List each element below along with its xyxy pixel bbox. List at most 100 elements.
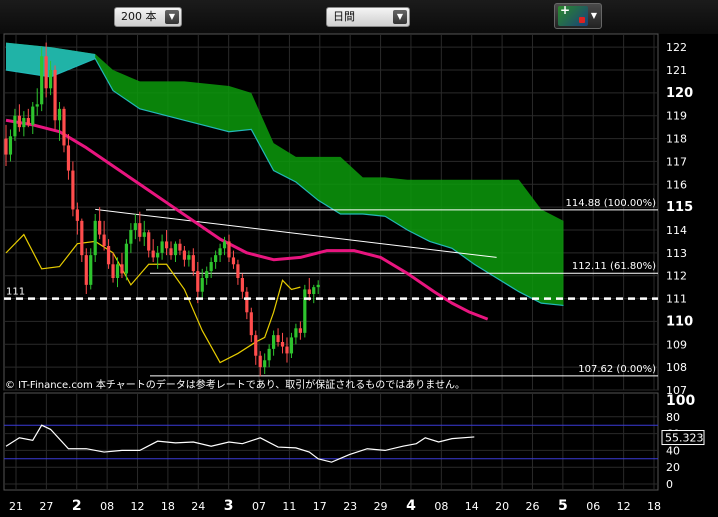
candle-body [57, 108, 62, 121]
candle-body [35, 104, 39, 107]
candle-body [298, 328, 302, 333]
y-tick-label: 122 [666, 41, 687, 54]
candle-body [160, 241, 164, 253]
candle-body [209, 262, 213, 272]
candle-body [316, 284, 320, 288]
candle-body [151, 250, 155, 258]
y-tick-label: 120 [666, 86, 693, 101]
candle-body [142, 232, 146, 237]
x-tick-label: 23 [343, 500, 357, 513]
candle-body [156, 252, 160, 258]
fib-level-label: 107.62 (0.00%) [578, 364, 656, 375]
x-tick-label: 29 [374, 500, 388, 513]
candle-body [44, 56, 48, 89]
candle-body [53, 70, 57, 121]
x-tick-label: 11 [282, 500, 296, 513]
price-chart: 21 27 2 08 12 18 24 3 07 11 17 23 29 4 08 14 20 26 5 06 12 18… [3, 33, 705, 514]
candle-body [84, 255, 88, 285]
y-tick-label: 113 [666, 247, 687, 260]
candle-body [196, 271, 200, 292]
candle-body [147, 232, 151, 251]
candle-body [289, 337, 294, 354]
candle-body [249, 312, 253, 336]
candle-body [222, 241, 227, 249]
candle-body [62, 108, 66, 146]
x-tick-label: 12 [617, 500, 631, 513]
y-tick-label: 110 [666, 314, 693, 329]
candle-body [303, 289, 307, 333]
candle-body [22, 118, 26, 128]
x-tick-label: 3 [224, 498, 234, 514]
candle-body [187, 255, 191, 260]
current-price-left-label: 111 [6, 287, 25, 298]
candle-body [263, 360, 267, 368]
x-tick-label: 20 [495, 500, 509, 513]
candle-body [227, 241, 231, 258]
candle-body [294, 328, 298, 338]
candle-body [285, 346, 289, 354]
y-tick-label: 114 [666, 224, 687, 237]
current-price-axis-label: 111 [666, 293, 687, 306]
candle-body [80, 220, 84, 256]
x-tick-label: 07 [252, 500, 266, 513]
candle-body [280, 342, 285, 347]
candle-body [231, 257, 236, 265]
x-tick-label: 4 [406, 498, 416, 514]
y-tick-label: 116 [666, 178, 687, 191]
candle-body [138, 223, 142, 237]
candle-body [75, 209, 79, 221]
x-tick-label: 26 [525, 500, 539, 513]
candle-body [164, 241, 169, 249]
candle-body [129, 230, 133, 244]
x-tick-label: 08 [100, 500, 114, 513]
x-tick-label: 18 [161, 500, 175, 513]
x-tick-label: 21 [9, 500, 23, 513]
candle-body [89, 255, 93, 285]
candle-body [133, 223, 137, 230]
x-tick-label: 24 [191, 500, 205, 513]
x-tick-label: 27 [39, 500, 53, 513]
candle-body [102, 234, 106, 246]
y-tick-label: 117 [666, 155, 687, 168]
candle-body [173, 243, 178, 256]
candle-body [98, 220, 102, 235]
rsi-tick-label: 20 [666, 461, 680, 474]
rsi-panel [3, 392, 659, 491]
x-tick-label: 12 [131, 500, 145, 513]
candle-body [26, 118, 30, 125]
y-tick-label: 118 [666, 133, 687, 146]
x-tick-label: 08 [434, 500, 448, 513]
candle-body [240, 278, 244, 292]
rsi-value-label: 55.323 [665, 432, 704, 445]
x-tick-label: 2 [72, 498, 82, 514]
candle-body [17, 115, 21, 128]
candle-body [120, 264, 124, 274]
fib-level-label: 112.11 (61.80%) [572, 261, 656, 272]
fib-level-label: 114.88 (100.00%) [566, 198, 657, 209]
candle-body [13, 115, 17, 137]
candle-body [254, 335, 258, 356]
candle-body [182, 250, 186, 260]
x-tick-label: 14 [465, 500, 479, 513]
candle-body [111, 264, 115, 278]
x-tick-label: 06 [586, 500, 600, 513]
candle-body [191, 255, 195, 272]
candle-body [66, 145, 71, 171]
candle-body [71, 170, 75, 210]
y-tick-label: 121 [666, 64, 687, 77]
rsi-tick-label: 80 [666, 411, 680, 424]
candle-body [124, 243, 129, 274]
candle-body [106, 246, 111, 265]
candle-body [200, 278, 204, 292]
candle-body [205, 271, 209, 278]
candle-body [214, 255, 218, 262]
x-tick-label: 17 [313, 500, 327, 513]
candle-body [4, 138, 8, 155]
candle-body [115, 264, 120, 278]
rsi-tick-label: 40 [666, 444, 680, 457]
candle-body [236, 264, 240, 278]
candle-body [40, 56, 44, 105]
x-tick-label: 5 [558, 498, 568, 514]
x-tick-label: 18 [647, 500, 661, 513]
rsi-tick-label: 0 [666, 478, 673, 491]
